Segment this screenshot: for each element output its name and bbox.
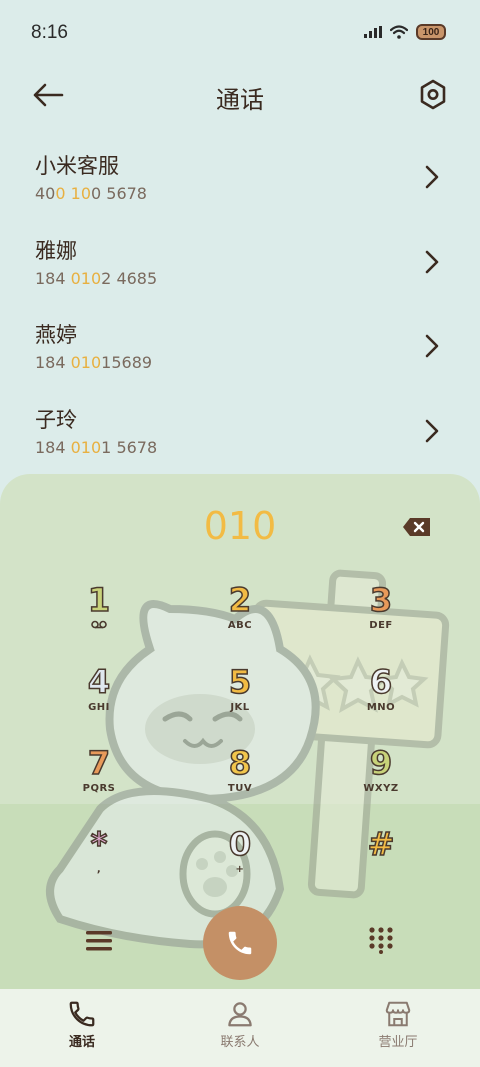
key-letters: WXYZ — [363, 783, 399, 794]
dial-key-1[interactable]: 1 — [54, 581, 144, 656]
dial-key-5[interactable]: 5 JKL — [195, 663, 285, 738]
key-letters: PQRS — [82, 783, 116, 794]
key-digit: 0 — [228, 825, 252, 863]
dial-key-2[interactable]: 2 ABC — [195, 581, 285, 656]
key-digit: * — [90, 825, 108, 863]
number-match-highlight: 0 — [55, 184, 66, 203]
page-title: 通话 — [216, 86, 264, 114]
store-icon — [385, 1001, 411, 1027]
contact-name: 雅娜 — [35, 238, 77, 263]
voicemail-icon — [54, 620, 144, 632]
key-letters: GHI — [88, 702, 110, 713]
phone-icon — [228, 931, 252, 955]
key-digit: 4 — [87, 663, 111, 701]
dial-key-0[interactable]: 0 + — [195, 825, 285, 900]
settings-icon[interactable] — [418, 78, 448, 112]
number-match-highlight: 010 — [70, 437, 102, 457]
phone-icon — [69, 1001, 95, 1027]
status-icons: 100 — [364, 24, 446, 40]
nav-label: 营业厅 — [378, 1035, 418, 1050]
bottom-nav: 通话 联系人 营业厅 — [0, 989, 480, 1067]
contact-name: 燕婷 — [35, 323, 77, 347]
dial-panel: 010 1 2 ABC 3 DEF 4 GHI 5 JKL 6 MNO 7 PQRS 8 TUV 9 WXYZ *… — [0, 474, 480, 994]
chevron-right-icon[interactable] — [424, 333, 440, 359]
nav-tab-calls[interactable]: 通话 — [32, 999, 132, 1050]
person-icon — [228, 1002, 252, 1027]
contact-list: 小米客服 400 100 5678 雅娜 184 0102 4685 燕婷 184 010… — [0, 140, 480, 478]
call-button[interactable] — [203, 906, 277, 980]
dial-key-9[interactable]: 9 WXYZ — [336, 744, 426, 819]
number-match-highlight: 010 — [70, 353, 102, 372]
key-letters: DEF — [369, 620, 393, 631]
dial-key-hash[interactable]: # — [336, 825, 426, 900]
dial-key-7[interactable]: 7 PQRS — [54, 744, 144, 819]
key-digit: 3 — [369, 581, 393, 619]
wifi-icon — [390, 25, 408, 39]
key-letters: TUV — [227, 783, 253, 794]
contact-row[interactable]: 雅娜 184 0102 4685 — [0, 225, 480, 310]
status-time: 8:16 — [31, 22, 68, 43]
key-digit: 5 — [228, 663, 252, 701]
dial-key-star[interactable]: *, — [54, 825, 144, 900]
nav-label: 通话 — [68, 1035, 95, 1050]
contact-number: 184 01015689 — [35, 353, 480, 372]
number-segment: 184 — [35, 268, 71, 288]
chevron-right-icon[interactable] — [424, 249, 440, 275]
dial-key-4[interactable]: 4 GHI — [54, 663, 144, 738]
backspace-icon[interactable] — [402, 516, 432, 538]
dial-key-8[interactable]: 8 TUV — [195, 744, 285, 819]
dial-key-3[interactable]: 3 DEF — [336, 581, 426, 656]
number-match-highlight: 10 — [70, 184, 91, 203]
dial-key-6[interactable]: 6 MNO — [336, 663, 426, 738]
number-segment: 15689 — [101, 353, 153, 372]
contact-row[interactable]: 燕婷 184 01015689 — [0, 309, 480, 394]
key-digit: 2 — [228, 581, 252, 619]
key-digit: # — [367, 825, 395, 863]
nav-label: 联系人 — [220, 1035, 260, 1050]
contact-number: 184 0102 4685 — [35, 269, 480, 288]
key-letters: JKL — [230, 702, 250, 713]
number-segment: 40 — [35, 184, 56, 203]
contact-name: 小米客服 — [35, 154, 119, 178]
key-digit: 1 — [87, 581, 111, 619]
number-segment: 1 5678 — [101, 437, 158, 457]
key-letters: MNO — [366, 702, 396, 713]
number-segment: 184 — [35, 353, 71, 372]
number-match-highlight: 010 — [70, 268, 102, 288]
number-segment: 0 5678 — [91, 184, 147, 203]
chevron-right-icon[interactable] — [424, 164, 440, 190]
key-letters: , — [96, 864, 102, 875]
contact-number: 400 100 5678 — [35, 184, 480, 203]
signal-icon — [364, 26, 382, 38]
nav-tab-contacts[interactable]: 联系人 — [190, 999, 290, 1050]
key-digit: 6 — [369, 663, 393, 701]
key-digit: 7 — [87, 744, 111, 782]
key-letters: + — [235, 864, 245, 875]
contact-row[interactable]: 小米客服 400 100 5678 — [0, 140, 480, 225]
nav-tab-store[interactable]: 营业厅 — [348, 999, 448, 1050]
dialpad-icon[interactable] — [368, 926, 394, 954]
battery-icon: 100 — [416, 24, 446, 40]
contact-number: 184 0101 5678 — [35, 438, 480, 457]
chevron-right-icon[interactable] — [424, 418, 440, 444]
key-digit: 9 — [369, 744, 393, 782]
key-letters: ABC — [227, 620, 253, 631]
header: 通话 — [0, 70, 480, 120]
menu-icon[interactable] — [86, 929, 112, 953]
key-digit: 8 — [228, 744, 252, 782]
status-bar: 8:16 100 — [0, 0, 480, 64]
contact-name: 子玲 — [35, 407, 77, 432]
contact-row[interactable]: 子玲 184 0101 5678 — [0, 394, 480, 479]
dialer-actions — [0, 904, 480, 984]
number-segment: 184 — [35, 437, 71, 457]
number-segment: 2 4685 — [101, 268, 158, 288]
